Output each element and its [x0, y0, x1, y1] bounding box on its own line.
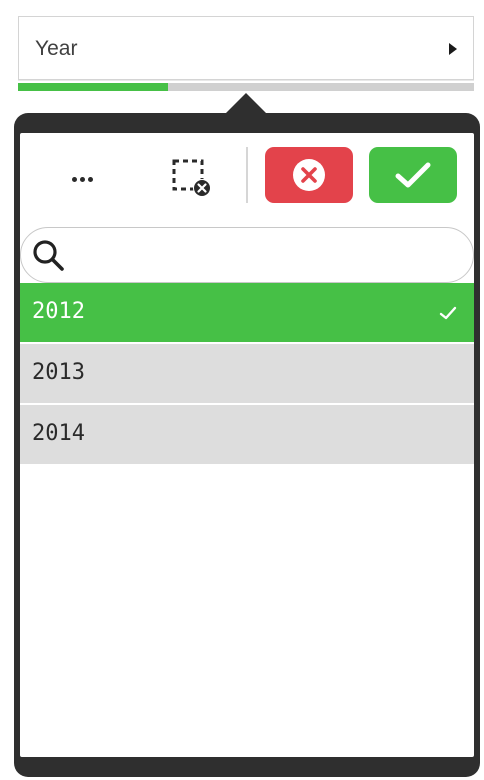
- search-icon: [33, 240, 64, 271]
- expand-arrow-icon[interactable]: [449, 43, 457, 55]
- selection-popover: 2012 2013 2014: [14, 113, 480, 777]
- list-item-2014[interactable]: 2014: [20, 405, 474, 464]
- more-options-button[interactable]: [64, 161, 100, 197]
- selection-state-bar-fill: [18, 83, 169, 91]
- cancel-selection-button[interactable]: [265, 147, 353, 203]
- toolbar-divider: [246, 147, 248, 203]
- value-list: 2012 2013 2014: [20, 283, 474, 466]
- checkmark-icon: [395, 162, 431, 188]
- search-input[interactable]: [73, 236, 457, 276]
- more-dot: [87, 176, 93, 182]
- clear-selection-button[interactable]: [168, 157, 216, 201]
- list-item-label: 2013: [32, 360, 85, 385]
- selection-toolbar: [20, 133, 474, 227]
- filter-pane-header[interactable]: Year: [18, 16, 474, 80]
- more-dot: [79, 176, 85, 182]
- popover-content: 2012 2013 2014: [20, 133, 474, 757]
- list-item-label: 2014: [32, 421, 85, 446]
- clear-selection-icon: [172, 159, 211, 197]
- search-box[interactable]: [20, 227, 474, 283]
- filter-pane-page: Year 2012 2013 2014: [0, 0, 484, 780]
- filter-pane-title: Year: [35, 37, 78, 60]
- selection-state-bar: [18, 83, 474, 91]
- list-item-2012[interactable]: 2012: [20, 283, 474, 342]
- list-item-2013[interactable]: 2013: [20, 344, 474, 403]
- popover-pointer: [226, 93, 266, 113]
- close-circle-icon: [293, 159, 325, 191]
- selected-check-icon: [439, 306, 457, 320]
- more-horizontal-icon: [71, 176, 77, 182]
- confirm-selection-button[interactable]: [369, 147, 457, 203]
- list-item-label: 2012: [32, 299, 85, 324]
